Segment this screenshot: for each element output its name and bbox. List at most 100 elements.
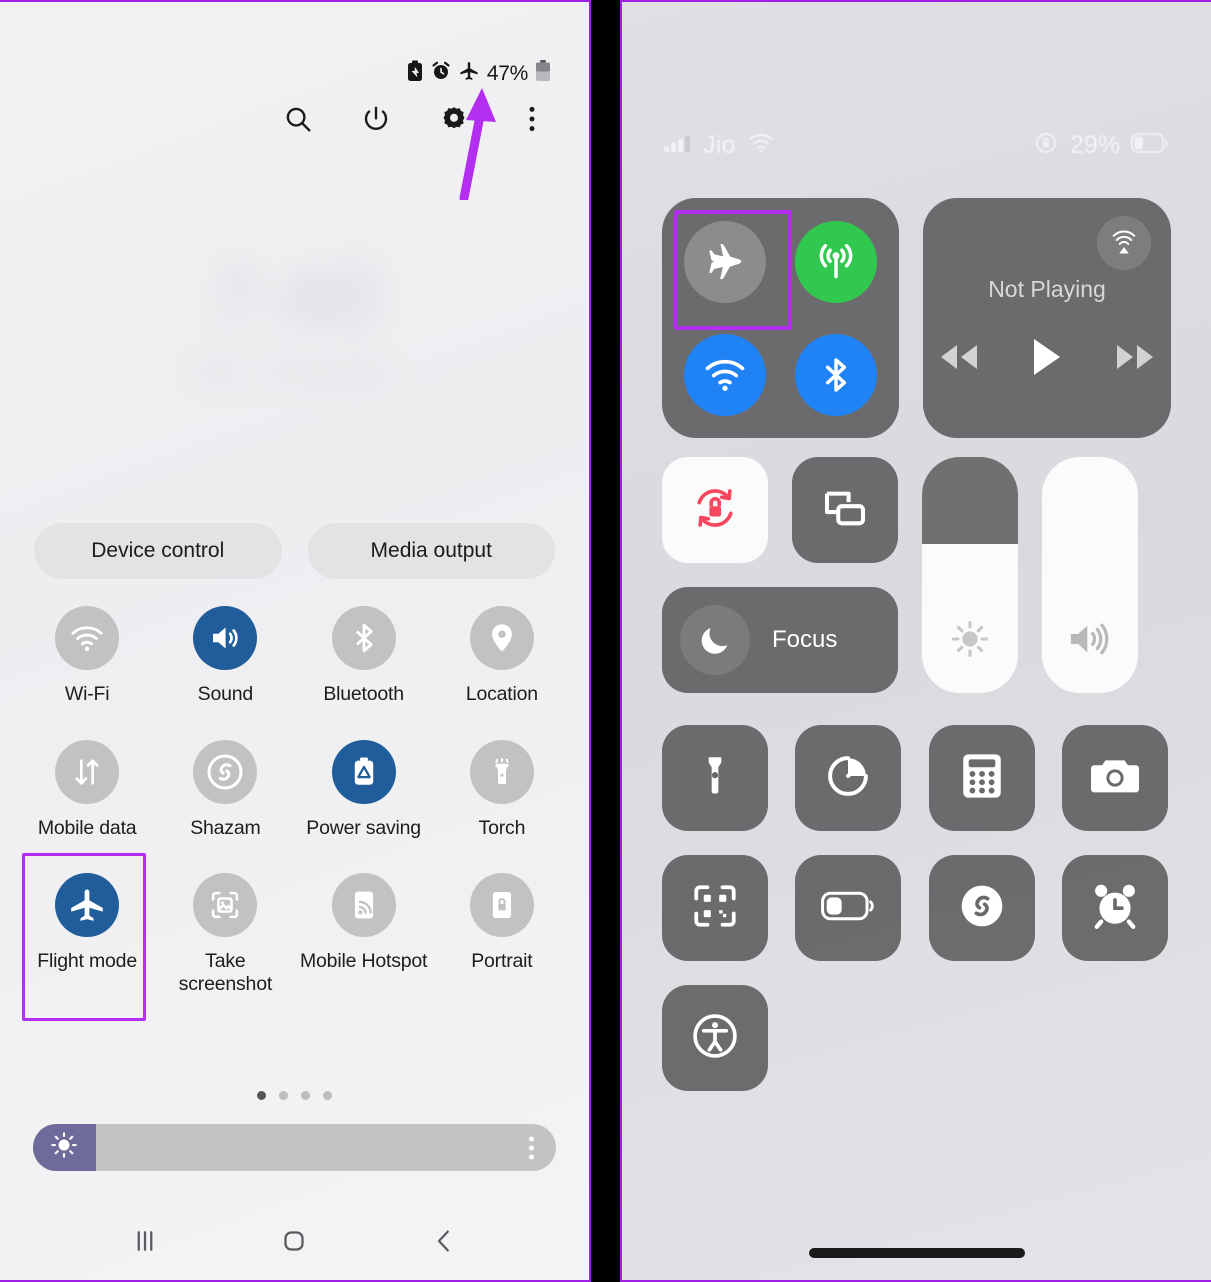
back-button[interactable]: [418, 1215, 470, 1267]
qs-tile-mobile-hotspot[interactable]: Mobile Hotspot: [295, 865, 433, 1001]
qs-tile-power-saving[interactable]: Power saving: [295, 732, 433, 846]
media-output-button[interactable]: Media output: [307, 523, 555, 579]
timer-icon: [823, 751, 873, 806]
android-navigation-bar: [0, 1202, 589, 1280]
page-dot[interactable]: [323, 1091, 332, 1100]
accessibility-icon: [689, 1010, 741, 1067]
camera-tile[interactable]: [1061, 725, 1168, 831]
fast-forward-button[interactable]: [1112, 342, 1158, 377]
brightness-more-icon[interactable]: [529, 1136, 534, 1159]
brightness-icon: [49, 1130, 79, 1165]
volume-slider[interactable]: [1042, 457, 1138, 693]
screenshot-icon: [193, 873, 258, 938]
qs-label: Mobile Hotspot: [299, 950, 428, 973]
qs-label: Power saving: [306, 816, 421, 839]
device-control-button[interactable]: Device control: [34, 523, 282, 579]
search-button[interactable]: [281, 102, 315, 136]
qs-tile-shazam[interactable]: Shazam: [156, 732, 294, 846]
cellular-antenna-icon: [795, 220, 878, 303]
media-controls: [936, 337, 1158, 382]
battery-low-power-icon: [821, 891, 875, 926]
ios-status-bar: Jio 29%: [664, 130, 1169, 161]
annotation-arrow: [459, 88, 496, 200]
panel-divider: [591, 0, 620, 1282]
qs-label: Torch: [478, 816, 526, 839]
qs-tile-mobile-data[interactable]: Mobile data: [18, 732, 156, 846]
airplay-icon[interactable]: [1097, 216, 1151, 270]
brightness-slider[interactable]: [922, 457, 1018, 693]
home-indicator[interactable]: [808, 1248, 1025, 1258]
flashlight-tile[interactable]: [662, 725, 768, 831]
power-saving-icon: [331, 739, 396, 804]
focus-label: Focus: [772, 626, 838, 653]
calculator-icon: [959, 751, 1005, 806]
shazam-icon: [193, 739, 258, 804]
wifi-icon: [683, 333, 766, 416]
control-center-row-1: Not Playing: [662, 198, 1171, 438]
qs-tile-portrait[interactable]: Portrait: [433, 865, 571, 1001]
wifi-icon: [55, 606, 120, 670]
alarm-tile[interactable]: [1061, 855, 1168, 961]
volume-icon: [1065, 616, 1115, 667]
calculator-tile[interactable]: [928, 725, 1035, 831]
quick-settings-grid: Wi-Fi Sound Bluetooth Location Mobile da…: [18, 598, 571, 1022]
clock-date: Mon, 5 December: [195, 359, 394, 387]
connectivity-module: [662, 198, 899, 438]
focus-tile[interactable]: Focus: [662, 587, 898, 693]
screen-mirroring-tile[interactable]: [792, 457, 898, 563]
power-button[interactable]: [359, 102, 393, 136]
code-scanner-tile[interactable]: [662, 855, 768, 961]
qs-tile-take-screenshot[interactable]: Take screenshot: [156, 865, 294, 1001]
rotation-lock-icon: [688, 481, 742, 540]
cellular-data-toggle[interactable]: [781, 205, 893, 318]
ios-control-center: Jio 29% Not Playing Focus: [620, 0, 1211, 1282]
battery-icon: [535, 60, 551, 87]
page-dot[interactable]: [301, 1091, 310, 1100]
qr-scanner-icon: [690, 881, 740, 936]
bluetooth-icon: [331, 606, 396, 670]
timer-tile[interactable]: [795, 725, 902, 831]
comparison-screenshot: 47% 7:40 Mon, 5 December Device control …: [0, 0, 1211, 1282]
control-center-app-grid: [662, 725, 1171, 1091]
page-dot[interactable]: [257, 1091, 266, 1100]
accessibility-tile[interactable]: [662, 985, 768, 1091]
wifi-toggle[interactable]: [669, 318, 781, 431]
screen-mirroring-icon: [818, 481, 872, 540]
more-options-button[interactable]: [515, 102, 549, 136]
home-button[interactable]: [268, 1215, 320, 1267]
qs-label: Mobile data: [37, 816, 137, 839]
rewind-button[interactable]: [936, 342, 982, 377]
qs-tile-bluetooth[interactable]: Bluetooth: [295, 598, 433, 712]
qs-tile-sound[interactable]: Sound: [156, 598, 294, 712]
media-title: Not Playing: [988, 276, 1106, 302]
media-playback-module: Not Playing: [923, 198, 1171, 438]
shazam-tile[interactable]: [928, 855, 1035, 961]
android-quick-panel: 47% 7:40 Mon, 5 December Device control …: [0, 0, 591, 1282]
qs-tile-wifi[interactable]: Wi-Fi: [18, 598, 156, 712]
play-button[interactable]: [1030, 337, 1064, 382]
control-center-row-2: Focus: [662, 457, 1171, 693]
airplane-icon: [683, 220, 766, 303]
qs-label: Portrait: [471, 950, 533, 973]
location-pin-icon: [469, 606, 534, 670]
qs-label: Flight mode: [37, 950, 137, 973]
bluetooth-toggle[interactable]: [781, 318, 893, 431]
brightness-icon: [947, 616, 993, 667]
rotation-lock-tile[interactable]: [662, 457, 768, 563]
airplane-mode-toggle[interactable]: [669, 205, 792, 330]
page-indicator: [0, 1091, 589, 1100]
qs-label: Bluetooth: [323, 683, 404, 705]
qs-tile-torch[interactable]: Torch: [433, 732, 571, 846]
qs-tile-flight-mode[interactable]: Flight mode: [18, 853, 156, 1022]
sound-icon: [193, 606, 258, 670]
brightness-slider[interactable]: [33, 1124, 556, 1171]
airplane-icon: [55, 873, 120, 938]
alarm-clock-icon: [1089, 880, 1141, 937]
bluetooth-icon: [795, 333, 878, 416]
low-power-mode-tile[interactable]: [795, 855, 902, 961]
qs-tile-location[interactable]: Location: [433, 598, 571, 712]
qs-label: Wi-Fi: [64, 683, 110, 705]
controls-left-column: Focus: [662, 457, 898, 693]
page-dot[interactable]: [279, 1091, 288, 1100]
recents-button[interactable]: [119, 1215, 171, 1267]
